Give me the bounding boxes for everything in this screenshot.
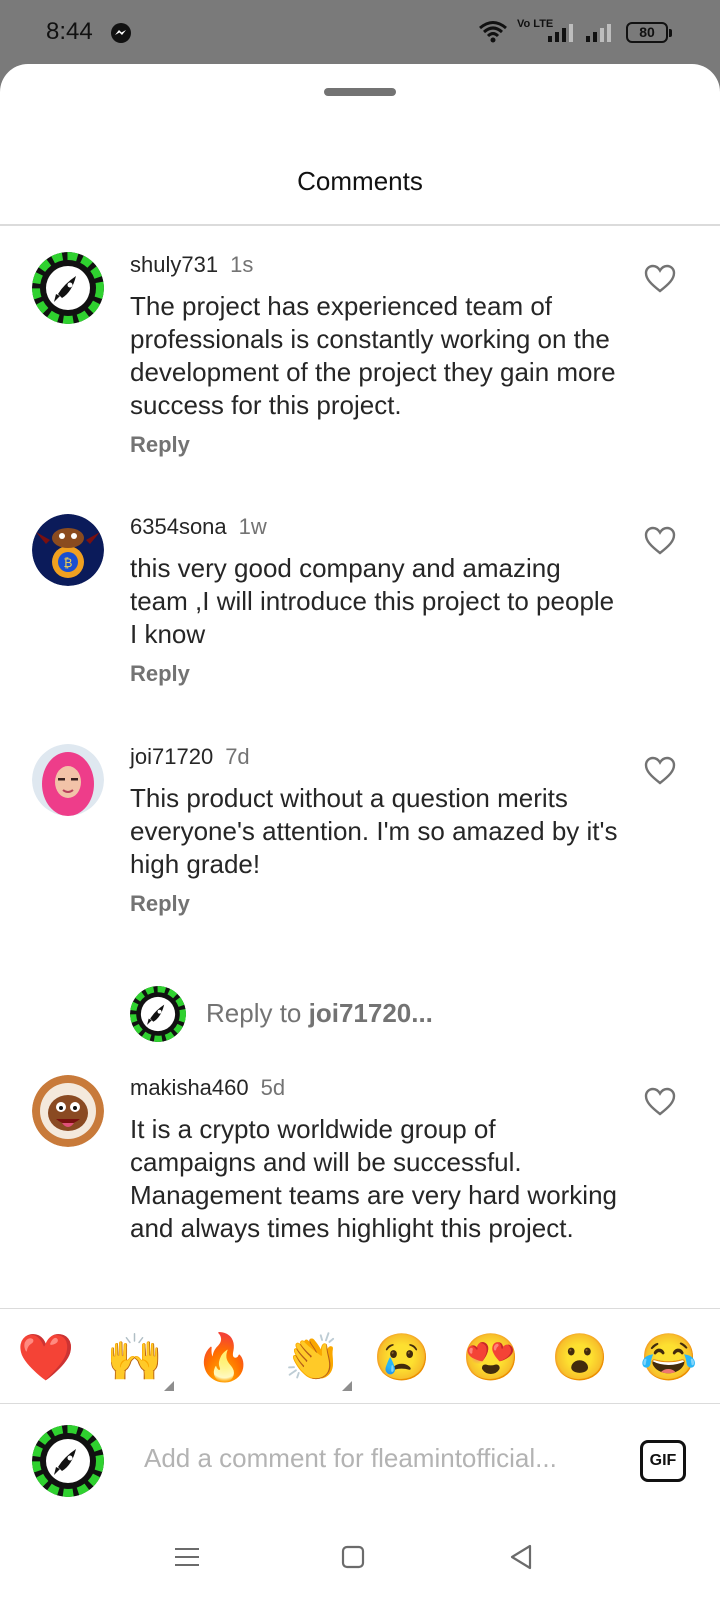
avatar[interactable] [32, 744, 104, 816]
reply-to-row[interactable]: Reply to joi71720... [130, 986, 690, 1042]
heart-icon[interactable] [644, 756, 676, 786]
emoji-clapping-hands[interactable]: 👏 [284, 1329, 352, 1391]
emoji-crying-face[interactable]: 😢 [373, 1329, 430, 1385]
cartoon-avatar-icon: ₿ [32, 514, 104, 586]
reply-to-prefix: Reply to [206, 998, 309, 1028]
divider [0, 224, 720, 226]
avatar[interactable] [32, 252, 104, 324]
taz-avatar-icon [32, 1075, 104, 1147]
heart-icon[interactable] [644, 526, 676, 556]
avatar[interactable]: ₿ [32, 514, 104, 586]
emoji-raising-hands[interactable]: 🙌 [106, 1329, 174, 1391]
status-time: 8:44 [46, 18, 93, 45]
photo-avatar-icon [32, 744, 104, 816]
status-bar: 8:44 Vo LTE 80 [0, 0, 720, 64]
username[interactable]: shuly731 [130, 252, 218, 277]
rocket-coin-icon [130, 986, 186, 1042]
comment-header: shuly731 1s [130, 252, 253, 278]
avatar[interactable] [32, 1075, 104, 1147]
username[interactable]: makisha460 [130, 1075, 249, 1100]
avatar [130, 986, 186, 1042]
sheet-title: Comments [297, 166, 423, 196]
menu-icon[interactable] [172, 1542, 202, 1572]
rocket-coin-icon [32, 252, 104, 324]
signal-icon [548, 24, 573, 42]
skin-tone-indicator [164, 1381, 174, 1391]
comment-header: joi71720 7d [130, 744, 250, 770]
back-icon[interactable] [506, 1542, 536, 1572]
reply-to-text: Reply to joi71720... [206, 998, 433, 1029]
comment-header: 6354sona 1w [130, 514, 267, 540]
reply-button[interactable]: Reply [130, 661, 190, 687]
messenger-icon [111, 23, 131, 43]
emoji-surprised-face[interactable]: 😮 [551, 1329, 608, 1385]
timestamp: 1s [230, 252, 254, 277]
reply-button[interactable]: Reply [130, 432, 190, 458]
username[interactable]: joi71720 [130, 744, 213, 769]
reply-button[interactable]: Reply [130, 891, 190, 917]
timestamp: 7d [225, 744, 250, 769]
emoji-heart[interactable]: ❤️ [17, 1329, 74, 1385]
avatar [32, 1425, 104, 1497]
signal-icon [586, 24, 611, 42]
emoji-laughing-tears[interactable]: 😂 [640, 1329, 697, 1385]
rocket-coin-icon [32, 1425, 104, 1497]
heart-icon[interactable] [644, 264, 676, 294]
reply-to-target: joi71720... [308, 998, 433, 1028]
comment-text: It is a crypto worldwide group of campai… [130, 1114, 618, 1243]
wifi-icon [479, 21, 507, 43]
system-nav-bar [0, 1520, 720, 1600]
emoji-clapping-hands-glyph: 👏 [284, 1331, 342, 1383]
comment-text: This product without a question merits e… [130, 783, 618, 879]
gif-button[interactable]: GIF [640, 1440, 686, 1482]
svg-text:₿: ₿ [64, 556, 73, 570]
comment-text: The project has experienced team of prof… [130, 291, 616, 420]
timestamp: 5d [260, 1075, 286, 1100]
drag-handle[interactable] [324, 88, 396, 96]
comment-composer: Add a comment for fleamintofficial... GI… [0, 1405, 720, 1520]
timestamp: 1w [238, 514, 267, 539]
heart-icon[interactable] [644, 1087, 676, 1117]
username[interactable]: 6354sona [130, 514, 227, 539]
battery-indicator: 80 [626, 22, 672, 43]
emoji-fire[interactable]: 🔥 [195, 1329, 252, 1385]
comment-input[interactable]: Add a comment for fleamintofficial... [144, 1443, 604, 1474]
emoji-bar: ❤️ 🙌 🔥 👏 😢 😍 😮 😂 [0, 1308, 720, 1404]
skin-tone-indicator [342, 1381, 352, 1391]
emoji-raising-hands-glyph: 🙌 [106, 1331, 164, 1383]
comment-text: this very good company and amazing team … [130, 553, 615, 649]
emoji-heart-eyes[interactable]: 😍 [462, 1329, 519, 1385]
comment-header: makisha460 5d [130, 1075, 285, 1101]
home-icon[interactable] [338, 1542, 368, 1572]
